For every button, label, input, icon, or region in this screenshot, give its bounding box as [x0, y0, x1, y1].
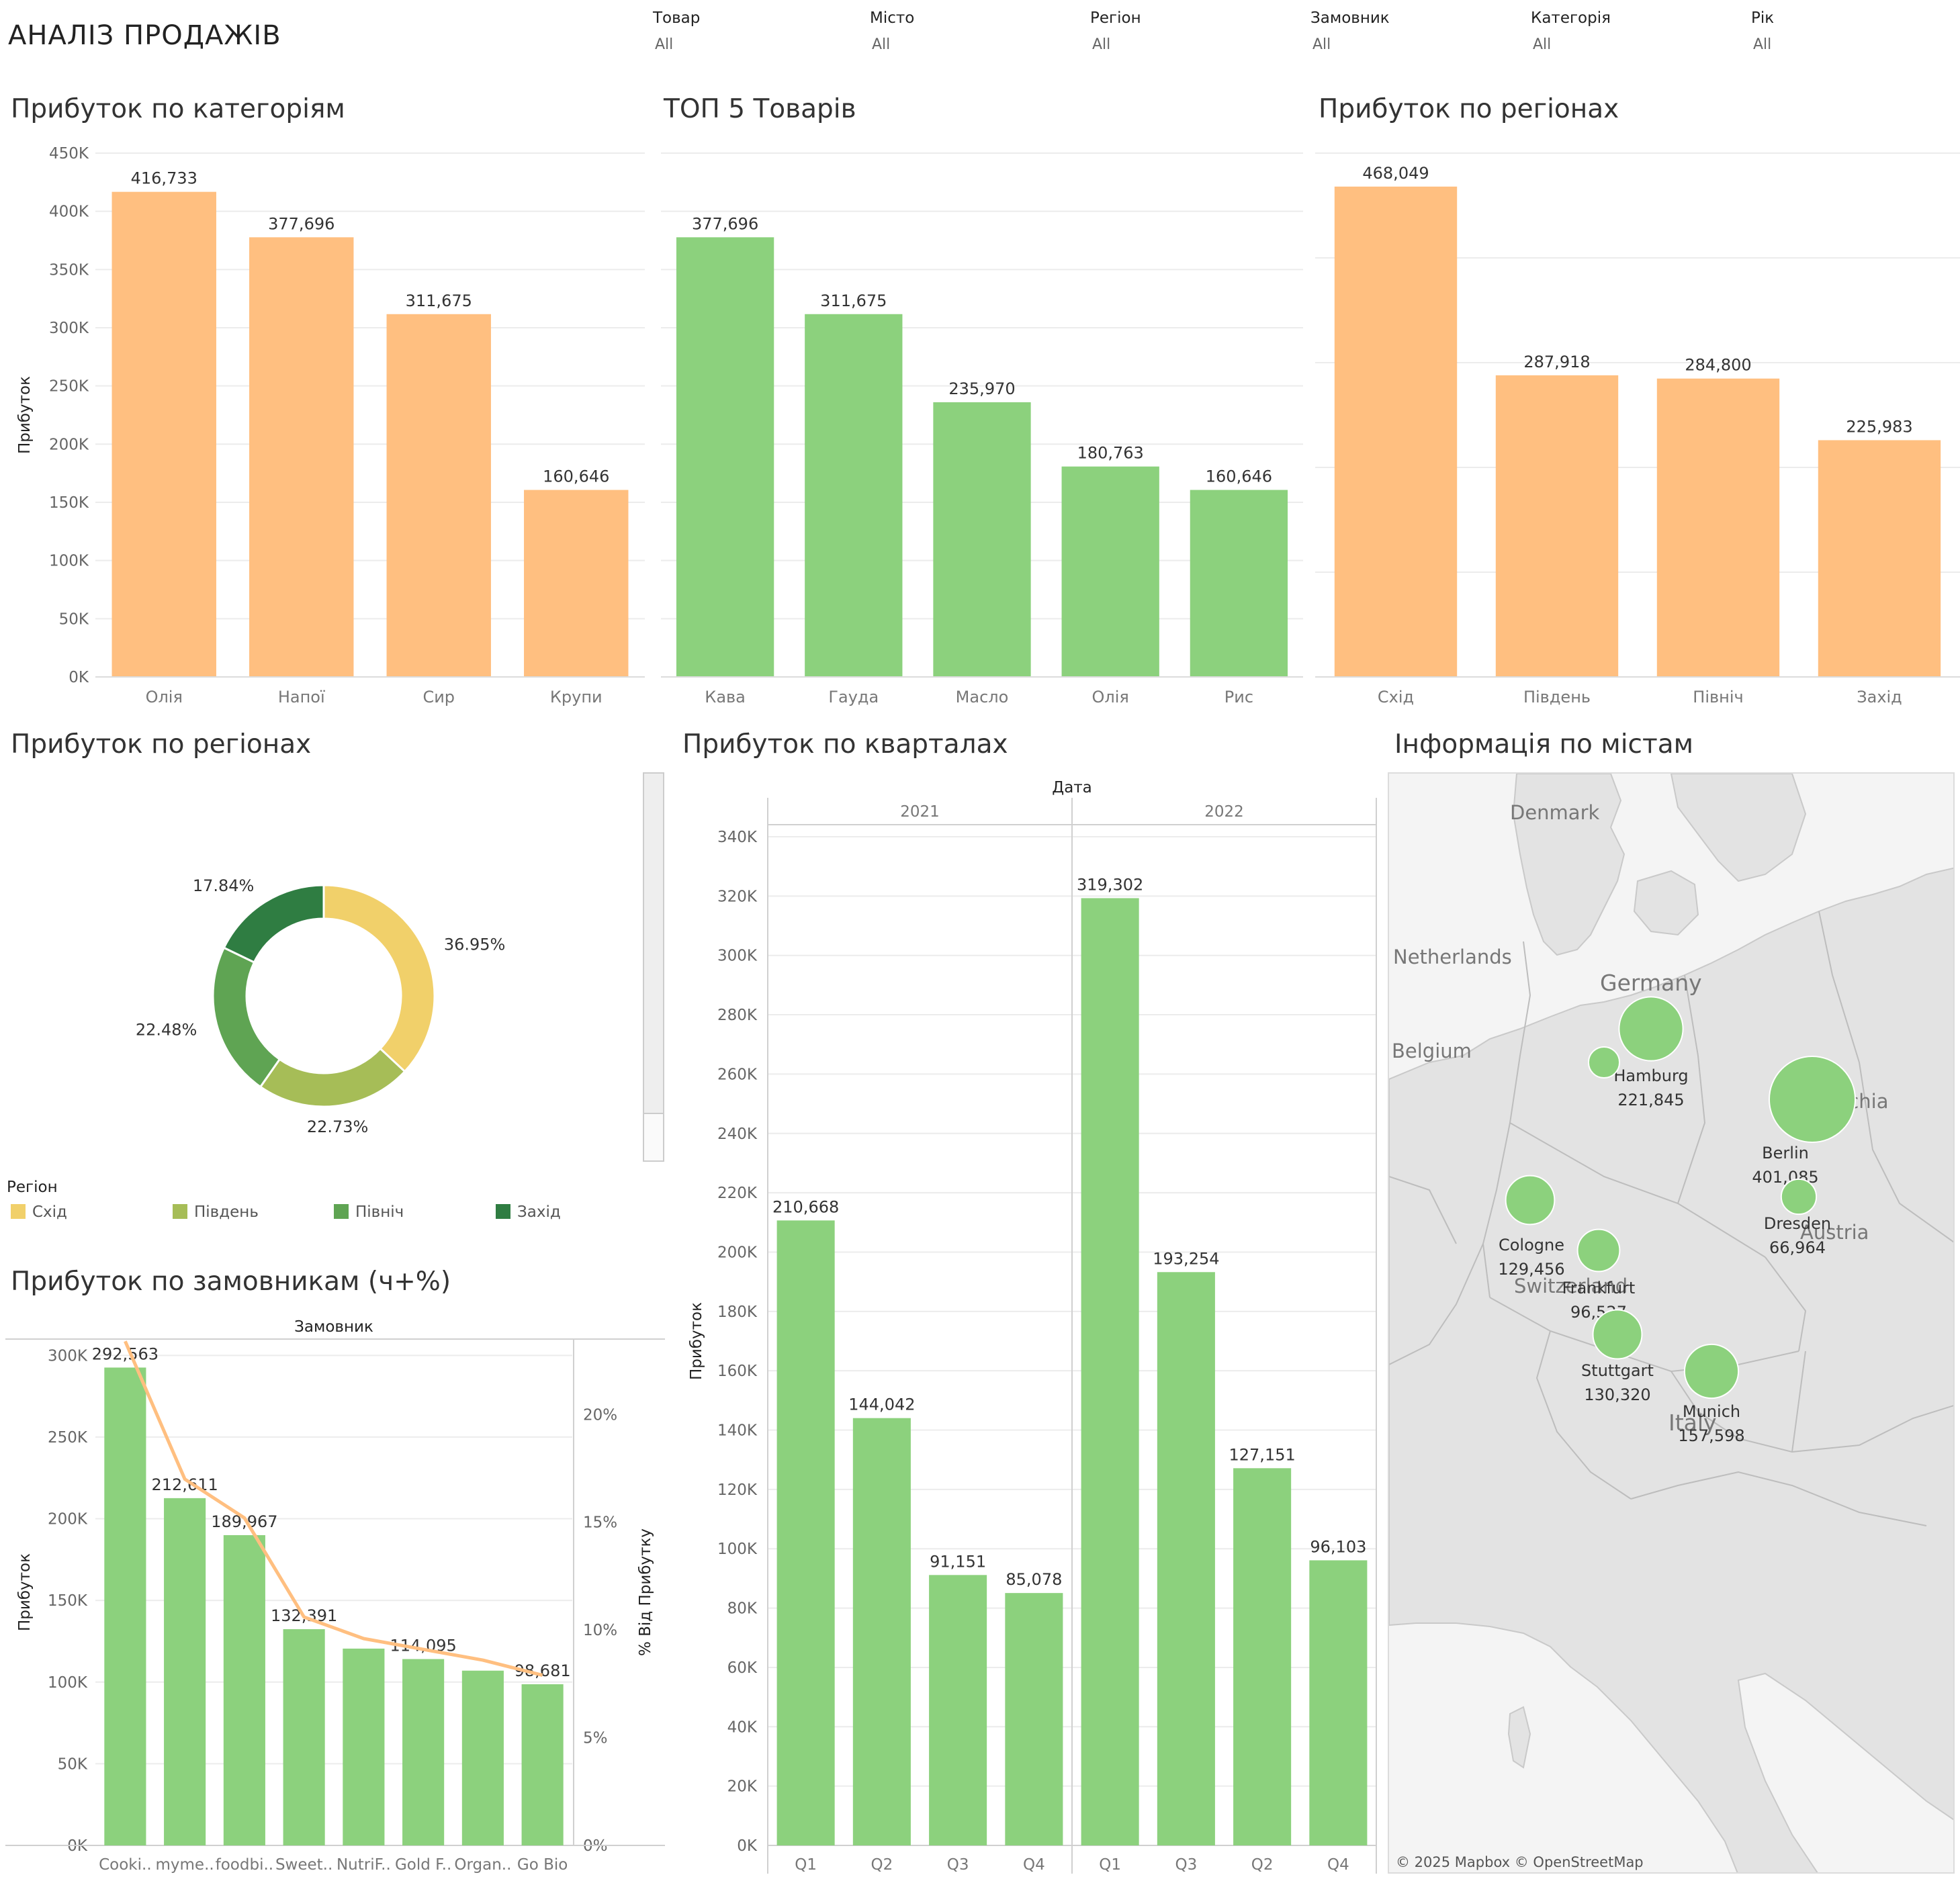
legend-swatch — [334, 1204, 349, 1219]
city-bubble — [1587, 1046, 1621, 1079]
legend-scrollbar-thumb[interactable] — [644, 774, 663, 1114]
y-tick-label: 100K — [48, 1674, 88, 1692]
city-value: 221,845 — [1617, 1091, 1684, 1109]
map-label-belgium: Belgium — [1392, 1040, 1472, 1062]
x-tick-label: NutriF.. — [337, 1856, 391, 1874]
bar — [343, 1648, 385, 1845]
bar — [283, 1629, 325, 1845]
city-name: Cologne — [1499, 1236, 1564, 1254]
x-tick-label: Cooki.. — [99, 1856, 152, 1874]
data-label: 189,967 — [211, 1512, 277, 1531]
column-header: Замовник — [294, 1318, 373, 1336]
map-label-germany: Germany — [1600, 970, 1702, 996]
x-tick-label: Organ.. — [454, 1856, 511, 1874]
city-name: Berlin — [1762, 1144, 1809, 1162]
city-name: Munich — [1683, 1402, 1740, 1421]
city-bubble — [1780, 1178, 1818, 1216]
city-value: 157,598 — [1678, 1426, 1744, 1445]
map-label-netherlands: Netherlands — [1393, 946, 1512, 968]
city-name: Hamburg — [1613, 1066, 1688, 1085]
city-value: 130,320 — [1584, 1385, 1650, 1404]
city-bubble — [1576, 1228, 1621, 1273]
legend-label: Захід — [517, 1203, 561, 1221]
legend-swatch — [11, 1204, 26, 1219]
legend-item-south[interactable]: Південь — [173, 1203, 259, 1221]
city-value: 66,964 — [1769, 1238, 1826, 1257]
city-name: Stuttgart — [1581, 1361, 1654, 1380]
legend-item-west[interactable]: Захід — [496, 1203, 561, 1221]
x-tick-label: myme.. — [156, 1856, 214, 1874]
y2-tick-label: 10% — [583, 1622, 617, 1639]
y-tick-label: 300K — [48, 1347, 88, 1365]
map-attribution: © 2025 Mapbox © OpenStreetMap — [1396, 1854, 1644, 1870]
legend-label: Південь — [194, 1203, 259, 1221]
legend-item-east[interactable]: Схід — [11, 1203, 67, 1221]
y-tick-label: 150K — [48, 1592, 88, 1610]
x-tick-label: Gold F.. — [395, 1856, 451, 1874]
x-tick-label: Go Bio — [517, 1856, 568, 1874]
legend-item-north[interactable]: Північ — [334, 1203, 404, 1221]
legend-swatch — [496, 1204, 510, 1219]
y2-tick-label: 15% — [583, 1514, 617, 1532]
y-tick-label: 50K — [58, 1755, 88, 1773]
bar — [223, 1534, 265, 1845]
y-tick-label: 200K — [48, 1511, 88, 1528]
map-label-denmark: Denmark — [1510, 801, 1599, 824]
map-canvas[interactable]: Denmark Netherlands Germany Belgium Czec… — [1389, 774, 1955, 1874]
y2-tick-label: 20% — [583, 1406, 617, 1424]
y2-axis-label: % Від Прибутку — [637, 1528, 654, 1656]
data-label: 292,563 — [92, 1344, 159, 1363]
y2-tick-label: 5% — [583, 1730, 608, 1747]
legend-swatch — [173, 1204, 187, 1219]
city-value: 129,456 — [1498, 1260, 1564, 1279]
bar — [104, 1367, 146, 1845]
city-bubble — [1592, 1309, 1643, 1360]
y-tick-label: 250K — [48, 1429, 88, 1447]
bar — [402, 1659, 445, 1845]
city-name: Frankfurt — [1562, 1279, 1636, 1297]
legend-title: Регіон — [7, 1179, 58, 1196]
city-bubble — [1683, 1343, 1740, 1400]
bar — [461, 1670, 504, 1845]
legend-label: Північ — [355, 1203, 404, 1221]
legend-label: Схід — [32, 1203, 67, 1221]
y-axis-label: Прибуток — [16, 1553, 34, 1631]
city-bubble — [1769, 1056, 1856, 1143]
x-tick-label: Sweet.. — [275, 1856, 332, 1874]
x-tick-label: foodbi.. — [216, 1856, 273, 1874]
city-bubble — [1618, 996, 1684, 1062]
city-map[interactable]: Denmark Netherlands Germany Belgium Czec… — [1388, 772, 1955, 1874]
city-bubble — [1505, 1175, 1556, 1226]
city-name: Dresden — [1764, 1214, 1831, 1233]
bar — [521, 1684, 564, 1845]
bar — [164, 1498, 206, 1845]
